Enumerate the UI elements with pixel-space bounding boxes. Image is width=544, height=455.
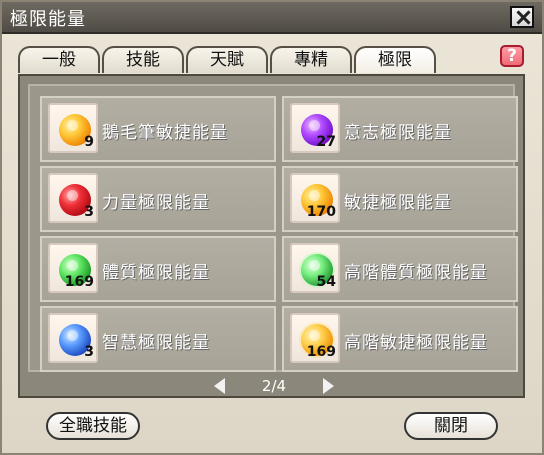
right-arrow-icon[interactable] — [323, 378, 334, 394]
item-quantity: 3 — [84, 204, 94, 220]
item-quantity: 3 — [84, 344, 94, 360]
item-name: 高階敏捷極限能量 — [344, 333, 488, 353]
item-slot: 9 — [48, 103, 98, 153]
tab-bar: 一般 技能 天賦 專精 極限 — [18, 46, 448, 74]
item-cell[interactable]: 3 力量極限能量 — [40, 166, 276, 232]
items-panel-inner: 9 鵝毛筆敏捷能量 27 意志極限能量 3 力量極限能量 170 敏捷極限能量 … — [28, 84, 518, 372]
pagination: 2/4 — [214, 377, 334, 397]
item-name: 鵝毛筆敏捷能量 — [102, 123, 228, 143]
energy-window: 極限能量 一般 技能 天賦 專精 極限 ? 9 鵝毛筆敏捷能量 27 意志極限能… — [0, 0, 544, 455]
item-quantity: 9 — [84, 134, 94, 150]
item-quantity: 170 — [306, 204, 336, 220]
item-slot: 170 — [290, 173, 340, 223]
tab-general[interactable]: 一般 — [18, 46, 100, 73]
item-cell[interactable]: 3 智慧極限能量 — [40, 306, 276, 372]
item-cell[interactable]: 169 體質極限能量 — [40, 236, 276, 302]
item-name: 意志極限能量 — [344, 123, 452, 143]
item-slot: 169 — [48, 243, 98, 293]
item-cell[interactable]: 9 鵝毛筆敏捷能量 — [40, 96, 276, 162]
item-slot: 54 — [290, 243, 340, 293]
item-slot: 3 — [48, 313, 98, 363]
item-grid: 9 鵝毛筆敏捷能量 27 意志極限能量 3 力量極限能量 170 敏捷極限能量 … — [40, 96, 518, 372]
item-cell[interactable]: 170 敏捷極限能量 — [282, 166, 518, 232]
item-cell[interactable]: 54 高階體質極限能量 — [282, 236, 518, 302]
page-indicator: 2/4 — [261, 377, 287, 395]
item-name: 力量極限能量 — [102, 193, 210, 213]
item-name: 敏捷極限能量 — [344, 193, 452, 213]
question-icon[interactable]: ? — [500, 45, 524, 67]
item-quantity: 54 — [316, 274, 336, 290]
tab-mastery[interactable]: 專精 — [270, 46, 352, 73]
close-button[interactable]: 關閉 — [404, 412, 498, 440]
window-title: 極限能量 — [10, 9, 86, 30]
item-slot: 169 — [290, 313, 340, 363]
item-slot: 27 — [290, 103, 340, 153]
item-quantity: 169 — [306, 344, 336, 360]
item-name: 體質極限能量 — [102, 263, 210, 283]
tab-skills[interactable]: 技能 — [102, 46, 184, 73]
close-icon[interactable] — [510, 6, 534, 28]
title-bar: 極限能量 — [2, 2, 542, 34]
item-cell[interactable]: 169 高階敏捷極限能量 — [282, 306, 518, 372]
tab-limit[interactable]: 極限 — [354, 46, 436, 73]
all-skills-button[interactable]: 全職技能 — [46, 412, 140, 440]
item-quantity: 169 — [64, 274, 94, 290]
tab-talents[interactable]: 天賦 — [186, 46, 268, 73]
items-panel: 9 鵝毛筆敏捷能量 27 意志極限能量 3 力量極限能量 170 敏捷極限能量 … — [18, 74, 525, 398]
item-slot: 3 — [48, 173, 98, 223]
item-name: 高階體質極限能量 — [344, 263, 488, 283]
item-cell[interactable]: 27 意志極限能量 — [282, 96, 518, 162]
item-quantity: 27 — [316, 134, 336, 150]
item-name: 智慧極限能量 — [102, 333, 210, 353]
